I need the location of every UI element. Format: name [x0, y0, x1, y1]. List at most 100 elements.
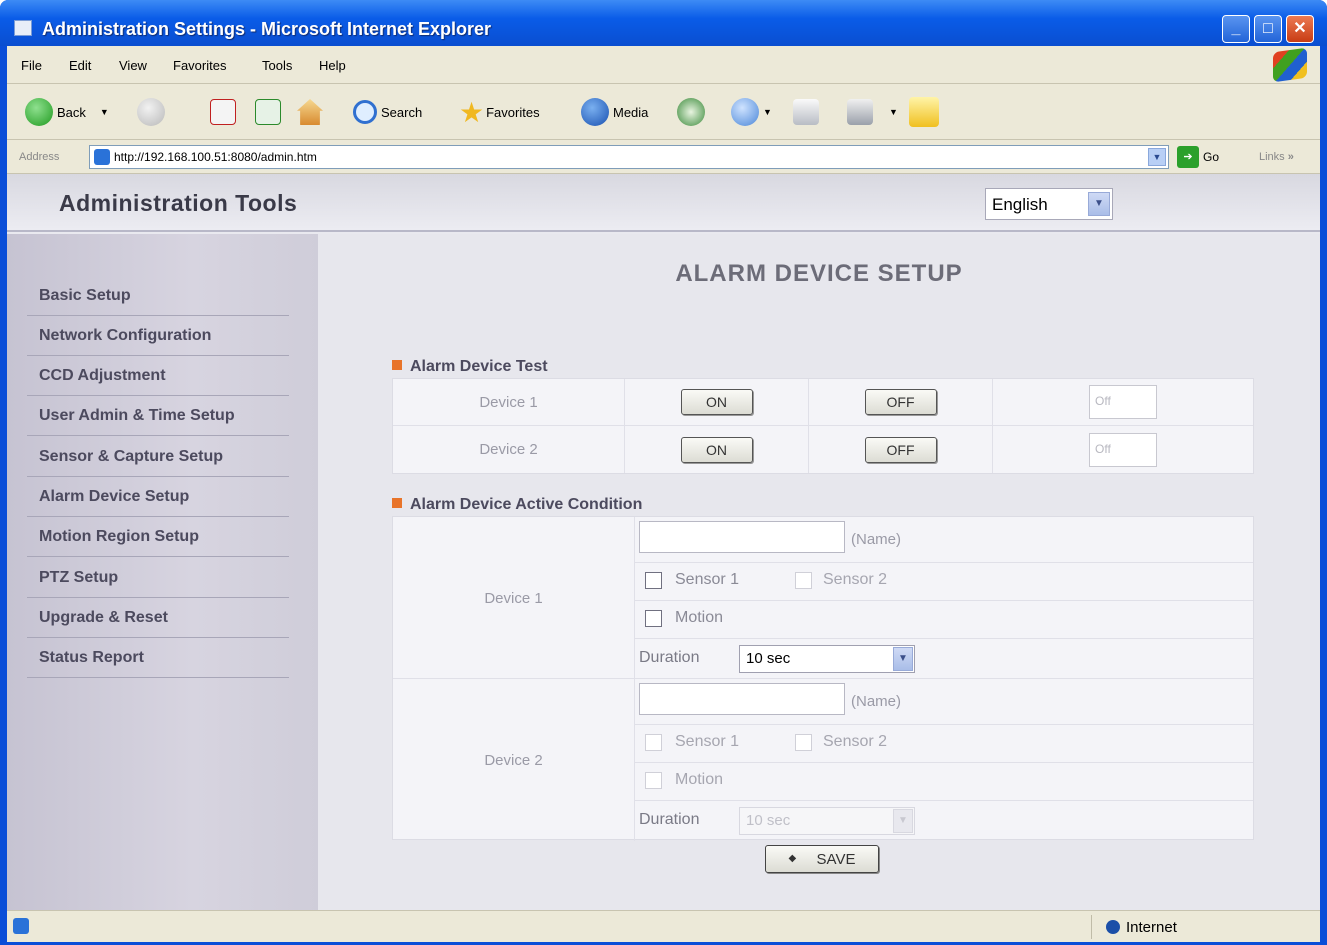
- forward-button[interactable]: [137, 96, 169, 128]
- refresh-button[interactable]: [255, 96, 281, 128]
- device-1-options: (Name) Sensor 1 Sensor 2 Motion Duration…: [635, 517, 1253, 679]
- sidebar-item-ptz-setup[interactable]: PTZ Setup: [27, 558, 289, 598]
- device-2-sensor-2-checkbox[interactable]: [795, 734, 812, 751]
- edit-icon: [847, 99, 873, 125]
- test-table: Device 1 ON OFF Off Device 2 ON OFF Off: [392, 378, 1254, 474]
- device-1-sensor-2-checkbox[interactable]: [795, 572, 812, 589]
- sidebar-item-basic-setup[interactable]: Basic Setup: [27, 276, 289, 316]
- zone-label: Internet: [1126, 918, 1177, 936]
- active-heading: Alarm Device Active Condition: [392, 496, 642, 514]
- back-button[interactable]: Back ▼: [25, 96, 109, 128]
- address-dropdown[interactable]: ▼: [1148, 148, 1166, 166]
- name-hint: (Name): [851, 693, 902, 710]
- chevron-down-icon: ▼: [1152, 152, 1162, 162]
- device-2-duration-select[interactable]: 10 sec ▼: [739, 807, 915, 835]
- duration-value: 10 sec: [746, 650, 791, 667]
- on-cell: ON: [625, 426, 809, 473]
- home-icon: [297, 99, 323, 125]
- motion-label: Motion: [675, 771, 724, 788]
- sidebar-item-ccd-adjustment[interactable]: CCD Adjustment: [27, 356, 289, 396]
- media-button[interactable]: Media: [581, 96, 648, 128]
- close-button[interactable]: ✕: [1286, 15, 1314, 43]
- mail-button[interactable]: ▼: [731, 96, 772, 128]
- address-input[interactable]: http://192.168.100.51:8080/admin.htm ▼: [89, 145, 1169, 169]
- stop-button[interactable]: [210, 96, 236, 128]
- menu-edit[interactable]: Edit: [69, 58, 91, 73]
- sidebar-item-upgrade-reset[interactable]: Upgrade & Reset: [27, 598, 289, 638]
- stop-icon: [210, 99, 236, 125]
- off-cell: OFF: [809, 379, 993, 425]
- menu-favorites[interactable]: Favorites: [173, 58, 226, 73]
- device-label: Device 1: [393, 379, 625, 425]
- links-more: »: [1287, 151, 1294, 163]
- menu-file[interactable]: File: [21, 58, 42, 73]
- window-title: Administration Settings - Microsoft Inte…: [42, 19, 492, 39]
- table-row: Device 1 ON OFF Off: [393, 379, 1253, 426]
- search-button[interactable]: Search: [353, 96, 422, 128]
- page-status-icon: [13, 918, 29, 934]
- forward-arrow-icon: [137, 98, 165, 126]
- chevron-down-icon: ▼: [889, 107, 898, 117]
- minimize-button[interactable]: _: [1222, 15, 1250, 43]
- sensor-1-label: Sensor 1: [675, 571, 740, 588]
- maximize-button[interactable]: □: [1254, 15, 1282, 43]
- title-bar[interactable]: Administration Settings - Microsoft Inte…: [0, 0, 1327, 46]
- go-button[interactable]: ➔ Go: [1177, 145, 1219, 169]
- menu-view[interactable]: View: [119, 58, 147, 73]
- messenger-button[interactable]: [909, 96, 939, 128]
- device-2-motion-checkbox[interactable]: [645, 772, 662, 789]
- device-1-on-button[interactable]: ON: [680, 389, 753, 415]
- back-label: Back: [57, 104, 86, 120]
- device-label-text: Device 1: [479, 393, 538, 411]
- name-row: (Name): [635, 517, 1253, 563]
- sidebar-item-user-admin-time-setup[interactable]: User Admin & Time Setup: [27, 396, 289, 436]
- history-button[interactable]: [677, 96, 709, 128]
- edit-button[interactable]: ▼: [847, 96, 898, 128]
- device-1-motion-checkbox[interactable]: [645, 610, 662, 627]
- device-1-duration-select[interactable]: 10 sec ▼: [739, 645, 915, 673]
- sidebar-item-status-report[interactable]: Status Report: [27, 638, 289, 678]
- motion-row: Motion: [635, 601, 1253, 639]
- device-label-text: Device 2: [479, 441, 538, 458]
- save-label: SAVE: [816, 850, 856, 868]
- device-1-sensor-1-checkbox[interactable]: [645, 572, 662, 589]
- language-select[interactable]: English ▼: [985, 188, 1113, 220]
- duration-value: 10 sec: [746, 812, 791, 829]
- device-2-sensor-1-checkbox[interactable]: [645, 734, 662, 751]
- close-icon: ✕: [1293, 20, 1307, 37]
- sidebar-item-motion-region-setup[interactable]: Motion Region Setup: [27, 517, 289, 557]
- active-table: Device 1 (Name) Sensor 1 Sensor 2 Motion…: [392, 516, 1254, 841]
- maximize-icon: □: [1263, 20, 1273, 37]
- sidebar-item-network-configuration[interactable]: Network Configuration: [27, 316, 289, 356]
- menu-tools[interactable]: Tools: [262, 58, 292, 73]
- active-heading-text: Alarm Device Active Condition: [410, 496, 643, 513]
- media-icon: [581, 98, 609, 126]
- links-label: Links: [1259, 151, 1285, 163]
- favorites-button[interactable]: ★ Favorites: [459, 96, 540, 128]
- device-2-off-button[interactable]: OFF: [864, 436, 937, 463]
- sidebar-item-alarm-device-setup[interactable]: Alarm Device Setup: [27, 477, 289, 517]
- device-2-on-button[interactable]: ON: [680, 436, 753, 463]
- home-button[interactable]: [297, 96, 323, 128]
- duration-label: Duration: [639, 811, 700, 828]
- save-button[interactable]: ◆ SAVE: [765, 845, 879, 873]
- print-icon: [793, 99, 819, 125]
- device-label-text: Device 2: [484, 751, 543, 769]
- menu-help[interactable]: Help: [319, 58, 346, 73]
- print-button[interactable]: [793, 96, 819, 128]
- back-arrow-icon: [25, 98, 53, 126]
- security-zone: Internet: [1091, 915, 1319, 939]
- device-label: Device 2: [393, 426, 625, 473]
- links-button[interactable]: Links »: [1259, 151, 1294, 163]
- sensor-row: Sensor 1 Sensor 2: [635, 725, 1253, 763]
- device-2-name-input[interactable]: [639, 683, 845, 715]
- device-1-name-input[interactable]: [639, 521, 845, 553]
- device-1-off-button[interactable]: OFF: [864, 389, 937, 415]
- sidebar-item-sensor-capture-setup[interactable]: Sensor & Capture Setup: [27, 437, 289, 477]
- history-icon: [677, 98, 705, 126]
- device-1-state: Off: [1089, 385, 1157, 419]
- language-value: English: [992, 195, 1048, 214]
- sensor-2-label: Sensor 2: [823, 571, 888, 588]
- browser-client: File Edit View Favorites Tools Help Back…: [7, 46, 1320, 942]
- web-page: Administration Tools English ▼ Basic Set…: [7, 174, 1320, 910]
